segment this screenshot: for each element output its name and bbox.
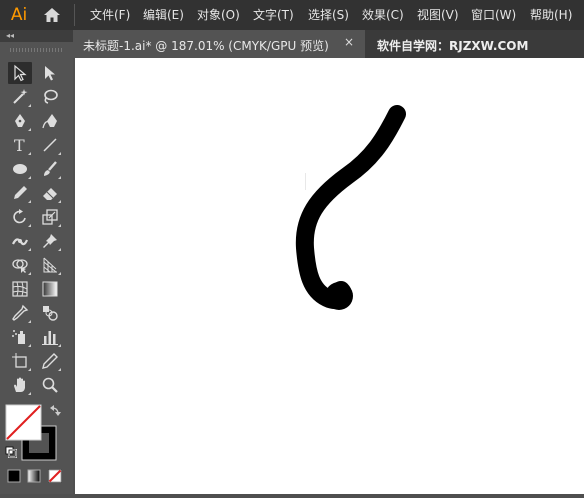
perspective-grid-tool[interactable]: [38, 254, 62, 276]
shape-builder-icon: [12, 259, 28, 273]
menu-type[interactable]: 文字(T): [253, 7, 294, 23]
eyedropper-icon: [12, 304, 29, 321]
default-colors-icon[interactable]: [5, 446, 17, 458]
hand-icon: [14, 377, 25, 392]
zoom-tool[interactable]: [38, 374, 62, 396]
ellipse-tool[interactable]: [8, 158, 32, 180]
lasso-icon: [44, 89, 58, 104]
slice-icon: [42, 353, 58, 369]
menu-object[interactable]: 对象(O): [197, 7, 240, 23]
pencil-icon: [14, 186, 27, 199]
gradient-icon: [42, 281, 58, 297]
line-tool[interactable]: [38, 134, 62, 156]
mesh-tool[interactable]: [8, 278, 32, 300]
artboard-canvas[interactable]: [75, 58, 584, 494]
paintbrush-tool[interactable]: [38, 158, 62, 180]
type-icon: T: [14, 136, 25, 154]
brush-icon: [44, 161, 57, 176]
swap-fill-stroke-icon[interactable]: [50, 405, 61, 416]
panel-collapse-bar[interactable]: ◂◂: [0, 30, 73, 42]
scale-tool[interactable]: [38, 206, 62, 228]
puppet-warp-tool[interactable]: [38, 230, 62, 252]
shape-builder-tool[interactable]: [8, 254, 32, 276]
white-arrow-icon: [45, 66, 55, 81]
slice-tool[interactable]: [38, 350, 62, 372]
width-icon: [12, 238, 29, 246]
lasso-tool[interactable]: [38, 86, 62, 108]
perspective-icon: [43, 257, 57, 273]
watermark-tab: 软件自学网：RJZXW.COM: [377, 39, 529, 53]
document-tab[interactable]: 未标题-1.ai* @ 187.01% (CMYK/GPU 预览) ×: [73, 30, 365, 58]
document-tab-bar: 未标题-1.ai* @ 187.01% (CMYK/GPU 预览) × 软件自学…: [73, 30, 584, 58]
black-curve-path[interactable]: [295, 105, 406, 310]
collapse-icon[interactable]: ◂◂: [6, 30, 14, 42]
fill-stroke-area: [0, 402, 73, 494]
close-icon[interactable]: ×: [344, 35, 354, 49]
pencil-tool[interactable]: [8, 182, 32, 204]
column-graph-tool[interactable]: [38, 326, 62, 348]
fill-swatch[interactable]: [5, 404, 42, 441]
menu-file[interactable]: 文件(F): [90, 7, 130, 23]
hand-tool[interactable]: [8, 374, 32, 396]
drawn-stroke-art[interactable]: [75, 58, 584, 494]
rotate-icon: [13, 209, 26, 224]
artboard-tool[interactable]: [8, 350, 32, 372]
width-tool[interactable]: [8, 230, 32, 252]
menu-help[interactable]: 帮助(H): [530, 7, 572, 23]
selection-tool[interactable]: [8, 62, 32, 84]
mesh-icon: [12, 281, 28, 297]
scale-icon: [42, 209, 58, 225]
direct-selection-tool[interactable]: [38, 62, 62, 84]
arrow-icon: [14, 64, 27, 82]
menu-select[interactable]: 选择(S): [308, 7, 349, 23]
panel-grip[interactable]: [10, 48, 62, 52]
document-tab-title: 未标题-1.ai* @ 187.01% (CMYK/GPU 预览): [83, 39, 329, 53]
home-icon[interactable]: [42, 5, 62, 25]
pen-tool[interactable]: [8, 110, 32, 132]
symbol-sprayer-tool[interactable]: [8, 326, 32, 348]
pen-icon: [15, 114, 25, 127]
line-icon: [43, 138, 57, 152]
menu-bar: Ai 文件(F) 编辑(E) 对象(O) 文字(T) 选择(S) 效果(C) 视…: [0, 0, 584, 30]
rotate-tool[interactable]: [8, 206, 32, 228]
artboard-icon: [12, 353, 27, 368]
svg-text:T: T: [14, 136, 25, 154]
color-mode-button[interactable]: [7, 469, 21, 483]
eraser-icon: [43, 188, 57, 200]
magic-wand-tool[interactable]: [8, 86, 32, 108]
curvature-tool[interactable]: [38, 110, 62, 132]
ellipse-icon: [13, 164, 27, 174]
pin-icon: [43, 234, 57, 248]
gradient-mode-button[interactable]: [27, 469, 41, 483]
none-mode-button[interactable]: [48, 469, 62, 483]
graph-icon: [42, 331, 58, 345]
sprayer-icon: [12, 330, 25, 344]
zoom-icon: [42, 377, 58, 393]
tools-panel: ◂◂ T: [0, 30, 73, 494]
blend-tool[interactable]: [38, 302, 62, 324]
eraser-tool[interactable]: [38, 182, 62, 204]
menu-divider: [74, 4, 75, 26]
menu-window[interactable]: 窗口(W): [471, 7, 516, 23]
magic-wand-icon: [13, 89, 28, 104]
menu-edit[interactable]: 编辑(E): [143, 7, 184, 23]
menu-view[interactable]: 视图(V): [417, 7, 459, 23]
type-tool[interactable]: T: [8, 134, 32, 156]
gradient-tool[interactable]: [38, 278, 62, 300]
curve-end-blob: [325, 282, 353, 310]
blend-icon: [43, 306, 58, 321]
app-logo: Ai: [10, 5, 28, 25]
eyedropper-tool[interactable]: [8, 302, 32, 324]
curvature-icon: [42, 114, 57, 129]
menu-effect[interactable]: 效果(C): [362, 7, 404, 23]
